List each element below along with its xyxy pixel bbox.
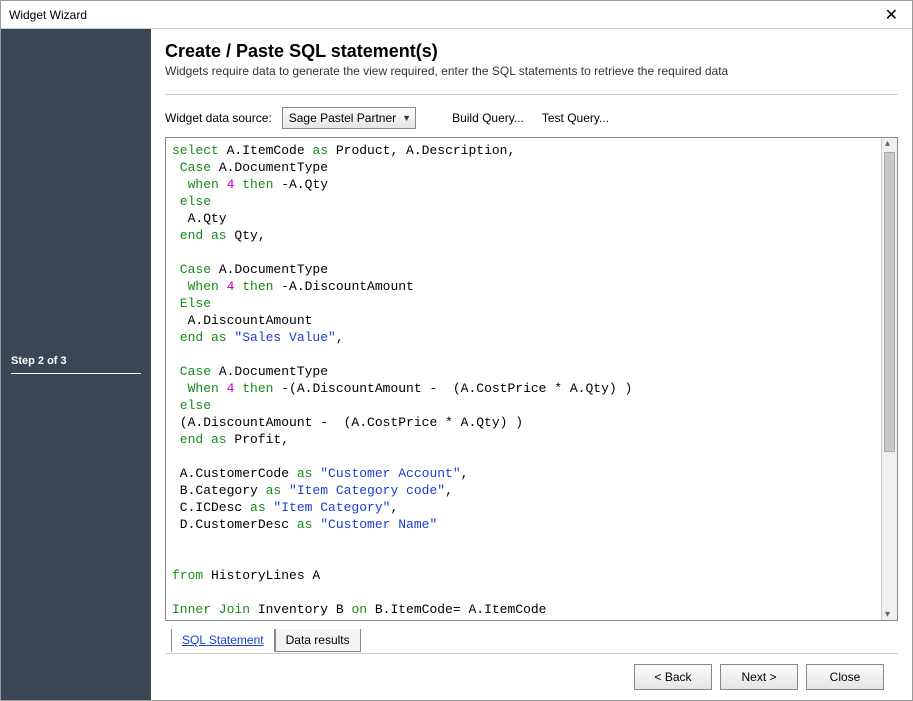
widget-wizard-window: Widget Wizard ✕ Step 2 of 3 Create / Pas… xyxy=(0,0,913,701)
data-source-label: Widget data source: xyxy=(165,111,272,125)
tab-data-results[interactable]: Data results xyxy=(275,629,361,652)
wizard-sidebar: Step 2 of 3 xyxy=(1,29,151,700)
data-source-value: Sage Pastel Partner xyxy=(289,111,396,125)
build-query-button[interactable]: Build Query... xyxy=(448,109,528,127)
window-title: Widget Wizard xyxy=(9,8,87,22)
scroll-thumb[interactable] xyxy=(884,152,895,452)
main-panel: Create / Paste SQL statement(s) Widgets … xyxy=(151,29,912,700)
next-button[interactable]: Next > xyxy=(720,664,798,690)
page-subtitle: Widgets require data to generate the vie… xyxy=(165,64,898,78)
divider xyxy=(165,94,898,95)
page-title: Create / Paste SQL statement(s) xyxy=(165,41,898,62)
step-indicator: Step 2 of 3 xyxy=(11,355,141,374)
data-source-dropdown[interactable]: Sage Pastel Partner ▼ xyxy=(282,107,416,129)
close-button[interactable]: Close xyxy=(806,664,884,690)
sql-editor-container: select A.ItemCode as Product, A.Descript… xyxy=(165,137,898,621)
sql-editor[interactable]: select A.ItemCode as Product, A.Descript… xyxy=(166,138,881,620)
tab-sql-statement[interactable]: SQL Statement xyxy=(171,629,275,652)
test-query-button[interactable]: Test Query... xyxy=(538,109,613,127)
chevron-down-icon: ▼ xyxy=(402,113,411,123)
toolbar: Widget data source: Sage Pastel Partner … xyxy=(165,107,898,129)
titlebar: Widget Wizard ✕ xyxy=(1,1,912,29)
body: Step 2 of 3 Create / Paste SQL statement… xyxy=(1,29,912,700)
editor-scrollbar[interactable] xyxy=(881,138,897,620)
close-icon[interactable]: ✕ xyxy=(879,5,904,25)
result-tabs: SQL Statement Data results xyxy=(171,625,898,653)
back-button[interactable]: < Back xyxy=(634,664,712,690)
wizard-footer: < Back Next > Close xyxy=(165,653,898,700)
